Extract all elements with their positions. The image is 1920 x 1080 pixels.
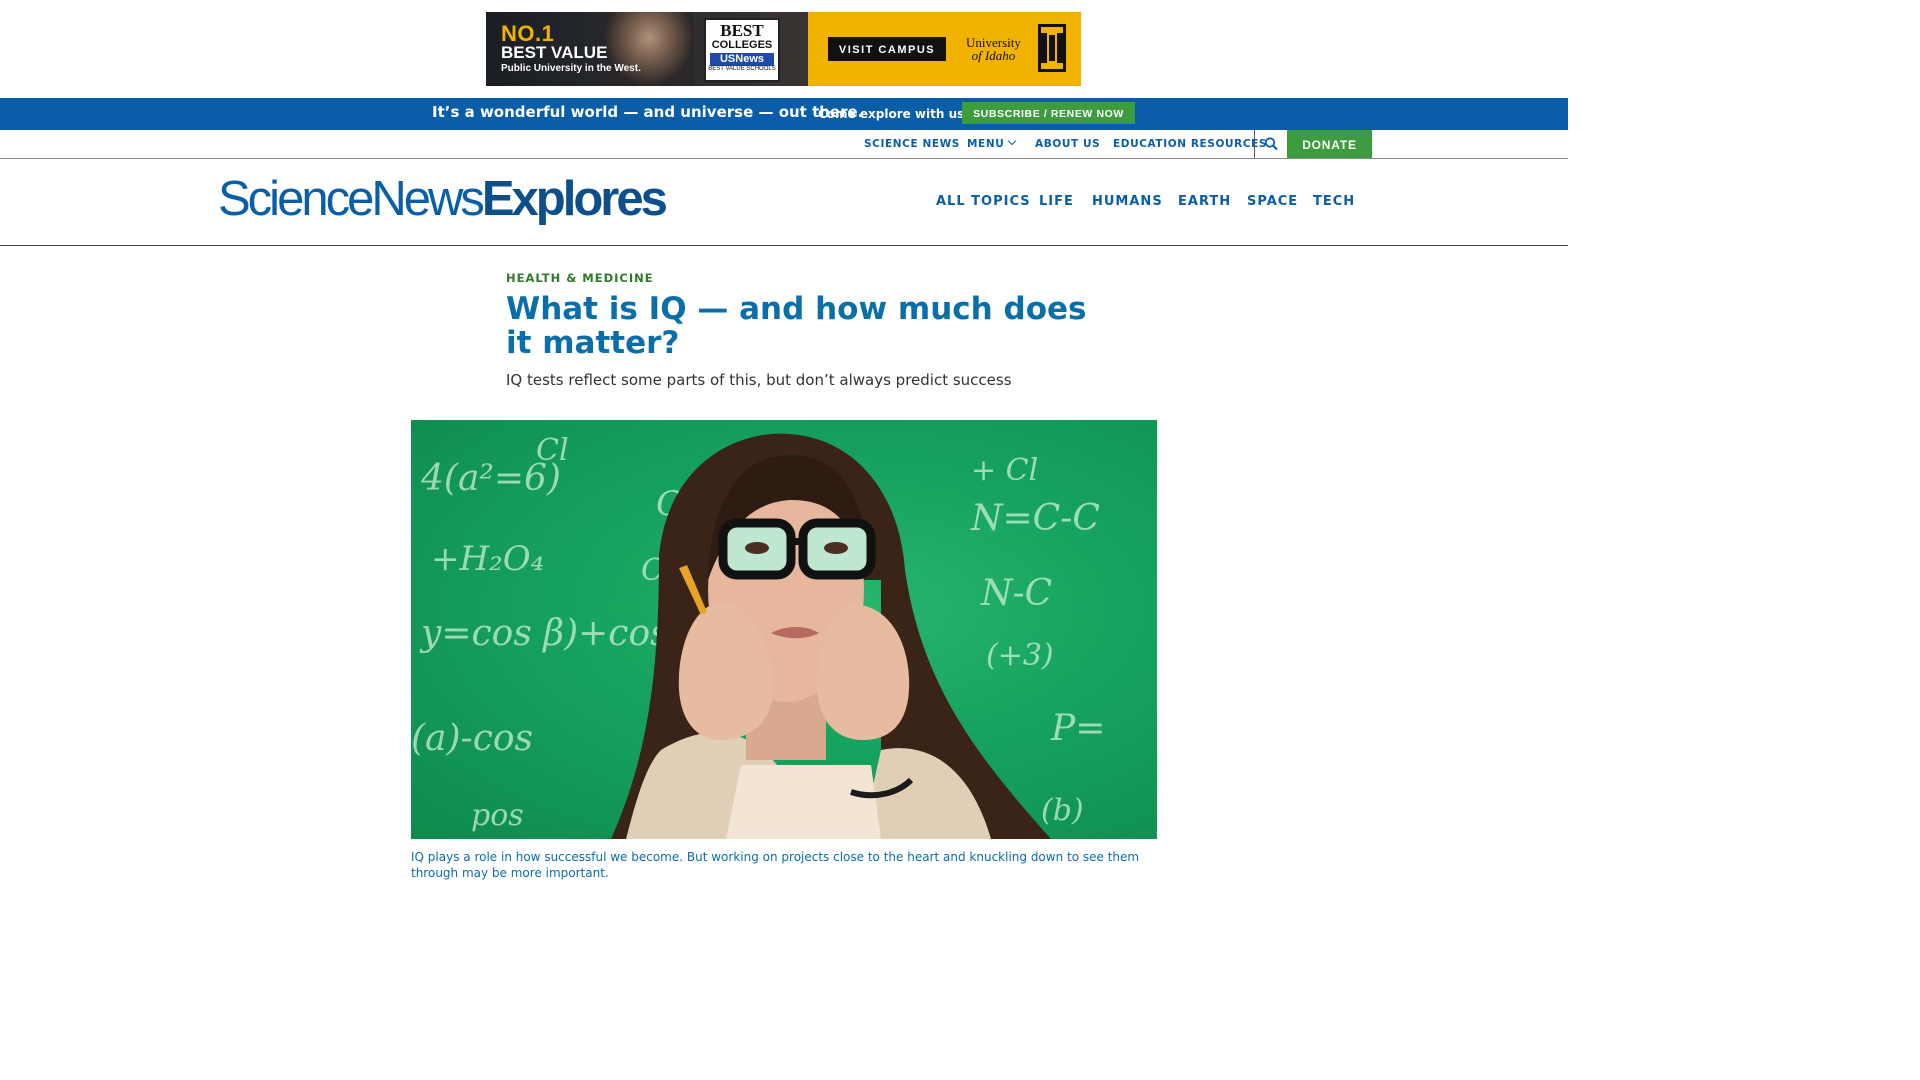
topic-humans[interactable]: HUMANS — [1092, 194, 1163, 209]
utility-nav: SCIENCE NEWS MENU ABOUT US EDUCATION RES… — [0, 130, 1568, 159]
ad-badge-line-2: COLLEGES — [711, 39, 773, 51]
advertisement-banner[interactable]: NO.1 BEST VALUE Public University in the… — [486, 12, 1081, 86]
nav-education-resources[interactable]: EDUCATION RESOURCES — [1113, 138, 1267, 150]
article-dek: IQ tests reflect some parts of this, but… — [506, 371, 1012, 389]
masthead: ScienceNewsExplores ALL TOPICS LIFE HUMA… — [0, 159, 1568, 246]
formula-3: Cl — [536, 433, 569, 468]
image-caption: IQ plays a role in how successful we bec… — [411, 850, 1140, 880]
article-headline: What is IQ — and how much does it matter… — [506, 291, 1087, 361]
logo-explores: Explores — [481, 172, 668, 226]
logo-science-news: ScienceNews — [218, 172, 485, 226]
formula-11: (a)-cos — [411, 718, 533, 759]
ad-subline: Public University in the West. — [501, 63, 641, 74]
ad-badge-line-3: USNews — [710, 53, 774, 66]
search-button[interactable] — [1254, 130, 1287, 158]
promo-main-text: It’s a wonderful world — and universe — … — [432, 103, 864, 121]
donate-button[interactable]: DONATE — [1287, 130, 1372, 158]
ad-headline-2: BEST VALUE — [501, 43, 608, 62]
formula-9: y=cos β)+cos — [419, 613, 669, 654]
ad-ranking-badge: BEST COLLEGES USNews BEST VALUE SCHOOLS — [704, 18, 780, 82]
ad-badge-line-1: BEST — [720, 21, 764, 40]
ad-university-name: University of Idaho — [966, 36, 1021, 62]
chevron-down-icon — [1008, 136, 1017, 146]
promo-sub-text: Come explore with us! — [818, 107, 970, 121]
formula-7: N-C — [980, 573, 1052, 614]
hero-illustration: 4(a²=6) CH₂- Cl N=C-C +H₂O₄ + Cl N-C CY … — [411, 433, 1105, 839]
formula-6: + Cl — [971, 453, 1038, 488]
topic-tech[interactable]: TECH — [1313, 194, 1355, 209]
ad-university-line-2: of Idaho — [971, 48, 1016, 63]
university-logo-icon — [1038, 24, 1066, 72]
article-category[interactable]: HEALTH & MEDICINE — [506, 271, 654, 285]
formula-12: P= — [1050, 708, 1105, 749]
ad-image-panel: NO.1 BEST VALUE Public University in the… — [486, 12, 808, 86]
site-logo[interactable]: ScienceNewsExplores — [218, 171, 668, 227]
formula-10: (+3) — [986, 638, 1054, 673]
nav-menu-label: MENU — [967, 138, 1005, 150]
hero-image: 4(a²=6) CH₂- Cl N=C-C +H₂O₄ + Cl N-C CY … — [411, 420, 1157, 839]
search-icon — [1264, 137, 1278, 151]
topic-earth[interactable]: EARTH — [1178, 194, 1231, 209]
topic-all-topics[interactable]: ALL TOPICS — [936, 194, 1031, 209]
ad-cta-panel: VISIT CAMPUS University of Idaho — [808, 12, 1081, 86]
formula-4: N=C-C — [970, 498, 1100, 539]
subscribe-button[interactable]: SUBSCRIBE / RENEW NOW — [962, 102, 1135, 124]
ad-student-photo — [604, 12, 694, 86]
nav-menu[interactable]: MENU — [967, 136, 1017, 150]
formula-13: pos — [471, 798, 524, 833]
nav-about-us[interactable]: ABOUT US — [1035, 138, 1100, 150]
topic-life[interactable]: LIFE — [1039, 194, 1074, 209]
formula-5: +H₂O₄ — [431, 539, 544, 579]
promo-bar: It’s a wonderful world — and universe — … — [0, 98, 1568, 130]
ad-badge-line-4: BEST VALUE SCHOOLS — [708, 66, 776, 72]
visit-campus-button[interactable]: VISIT CAMPUS — [828, 37, 946, 61]
topic-space[interactable]: SPACE — [1247, 194, 1298, 209]
formula-14: (b) — [1041, 793, 1084, 828]
nav-science-news[interactable]: SCIENCE NEWS — [864, 138, 960, 150]
ad-zone: NO.1 BEST VALUE Public University in the… — [0, 0, 1568, 98]
